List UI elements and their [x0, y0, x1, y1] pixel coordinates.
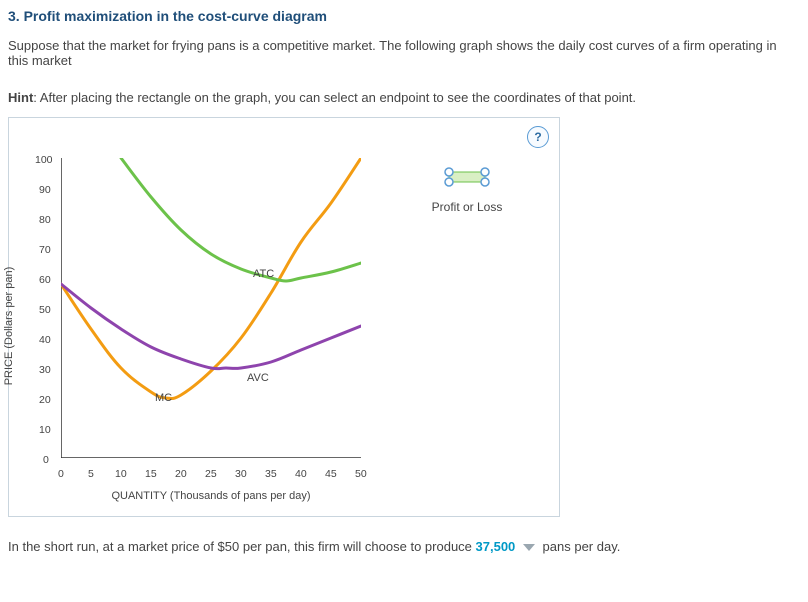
x-tick: 25: [205, 468, 217, 480]
hint-line: Hint: After placing the rectangle on the…: [8, 90, 800, 105]
y-tick: 100: [35, 154, 53, 166]
curve-atc: [121, 158, 361, 281]
rectangle-tool-icon: [440, 166, 494, 188]
legend-label: Profit or Loss: [397, 200, 537, 214]
plot-svg-wrapper[interactable]: ATC AVC MC: [61, 158, 361, 458]
x-tick: 30: [235, 468, 247, 480]
avc-label: AVC: [247, 372, 269, 384]
y-tick: 40: [39, 334, 51, 346]
y-tick: 70: [39, 244, 51, 256]
y-tick: 0: [43, 454, 49, 466]
x-axis-title: QUANTITY (Thousands of pans per day): [61, 490, 361, 502]
y-tick: 20: [39, 394, 51, 406]
x-tick: 0: [58, 468, 64, 480]
intro-text: Suppose that the market for frying pans …: [8, 38, 800, 68]
x-tick: 5: [88, 468, 94, 480]
answer-sentence: In the short run, at a market price of $…: [8, 539, 800, 554]
y-tick: 80: [39, 214, 51, 226]
help-button[interactable]: ?: [527, 126, 549, 148]
answer-dropdown[interactable]: 37,500: [476, 539, 516, 554]
graph-container: ? PRICE (Dollars per pan) 0 10 20 30 40 …: [8, 117, 560, 517]
y-tick: 60: [39, 274, 51, 286]
chevron-down-icon[interactable]: [523, 544, 535, 552]
hint-text: : After placing the rectangle on the gra…: [33, 90, 636, 105]
x-tick: 50: [355, 468, 367, 480]
y-tick: 30: [39, 364, 51, 376]
x-tick: 45: [325, 468, 337, 480]
mc-label: MC: [155, 392, 172, 404]
hint-label: Hint: [8, 90, 33, 105]
y-tick: 50: [39, 304, 51, 316]
legend-panel: Profit or Loss: [397, 166, 537, 214]
curve-mc: [61, 158, 361, 399]
x-tick: 35: [265, 468, 277, 480]
answer-suffix: pans per day.: [543, 539, 621, 554]
answer-prefix: In the short run, at a market price of $…: [8, 539, 476, 554]
graph-area[interactable]: PRICE (Dollars per pan) 0 10 20 30 40 50…: [21, 146, 389, 506]
x-tick: 40: [295, 468, 307, 480]
y-axis-title: PRICE (Dollars per pan): [3, 267, 15, 386]
section-heading: 3. Profit maximization in the cost-curve…: [8, 8, 800, 24]
plot-svg[interactable]: [61, 158, 361, 458]
profit-loss-tool[interactable]: [397, 166, 537, 188]
curve-avc: [61, 284, 361, 369]
atc-label: ATC: [253, 268, 274, 280]
y-tick: 10: [39, 424, 51, 436]
x-tick: 10: [115, 468, 127, 480]
y-tick: 90: [39, 184, 51, 196]
x-tick: 15: [145, 468, 157, 480]
x-tick: 20: [175, 468, 187, 480]
